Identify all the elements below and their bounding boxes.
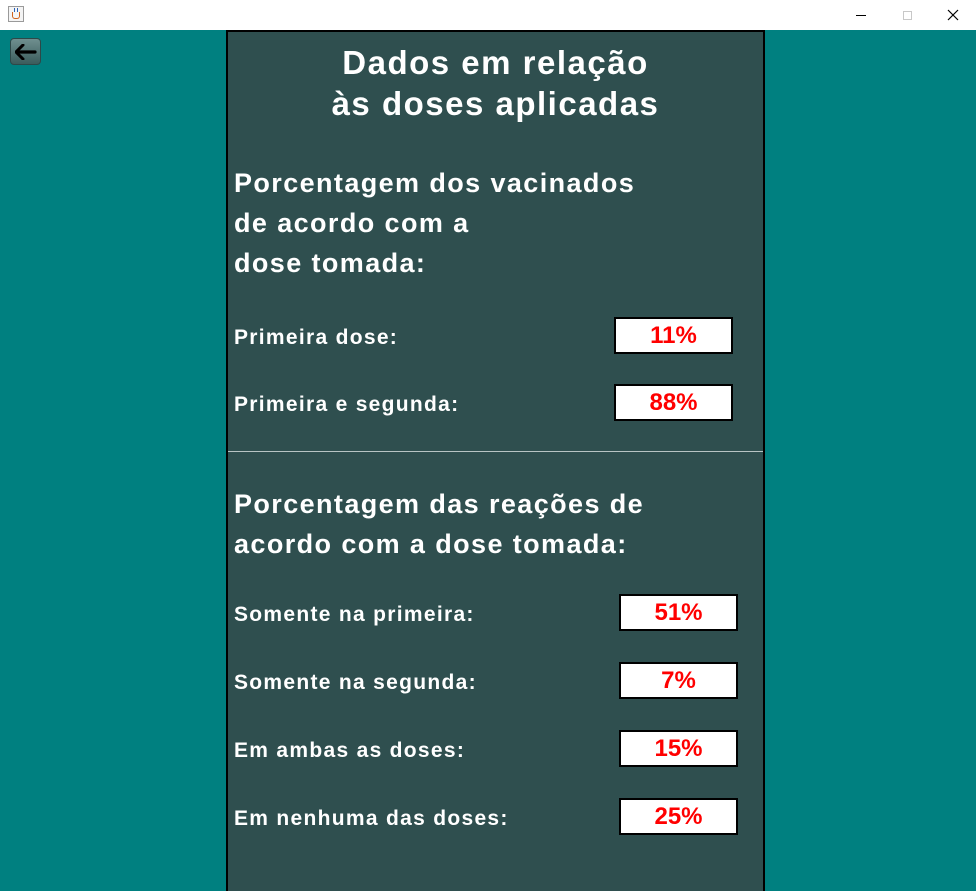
reaction-both-label: Em ambas as doses: [234, 739, 466, 762]
close-icon [947, 9, 959, 21]
minimize-button[interactable] [838, 0, 884, 30]
reactions-heading-line-2: acordo com a dose tomada: [234, 529, 628, 559]
first-dose-label: Primeira dose: [234, 326, 399, 349]
java-app-icon [8, 6, 24, 22]
back-button[interactable] [10, 38, 41, 65]
reactions-heading-line-1: Porcentagem das reações de [234, 489, 645, 519]
reaction-second-only-label: Somente na segunda: [234, 671, 477, 694]
section-divider [228, 451, 763, 452]
title-bar[interactable] [0, 0, 976, 30]
first-dose-value: 11% [614, 317, 733, 354]
vaccinated-heading-line-1: Porcentagem dos vacinados [234, 168, 636, 198]
vaccinated-heading: Porcentagem dos vacinados de acordo com … [234, 163, 635, 283]
reaction-none-value: 25% [619, 798, 738, 835]
reaction-none-label: Em nenhuma das doses: [234, 807, 509, 830]
page-title-line-1: Dados em relação [342, 44, 649, 81]
doses-panel: Dados em relação às doses aplicadas Porc… [226, 30, 765, 891]
first-and-second-label: Primeira e segunda: [234, 393, 460, 416]
arrow-left-icon [14, 43, 37, 60]
vaccinated-heading-line-2: de acordo com a [234, 208, 470, 238]
first-and-second-value: 88% [614, 384, 733, 421]
client-area: Dados em relação às doses aplicadas Porc… [0, 30, 976, 891]
reaction-second-only-value: 7% [619, 662, 738, 699]
page-title: Dados em relação às doses aplicadas [228, 42, 763, 124]
vaccinated-heading-line-3: dose tomada: [234, 248, 427, 278]
maximize-button[interactable] [884, 0, 930, 30]
reaction-first-only-value: 51% [619, 594, 738, 631]
maximize-icon [902, 10, 912, 20]
reaction-first-only-label: Somente na primeira: [234, 603, 475, 626]
page-title-line-2: às doses aplicadas [331, 85, 660, 122]
close-button[interactable] [930, 0, 976, 30]
reactions-heading: Porcentagem das reações de acordo com a … [234, 484, 644, 564]
reaction-both-value: 15% [619, 730, 738, 767]
app-window: Dados em relação às doses aplicadas Porc… [0, 0, 976, 891]
minimize-icon [856, 14, 866, 16]
